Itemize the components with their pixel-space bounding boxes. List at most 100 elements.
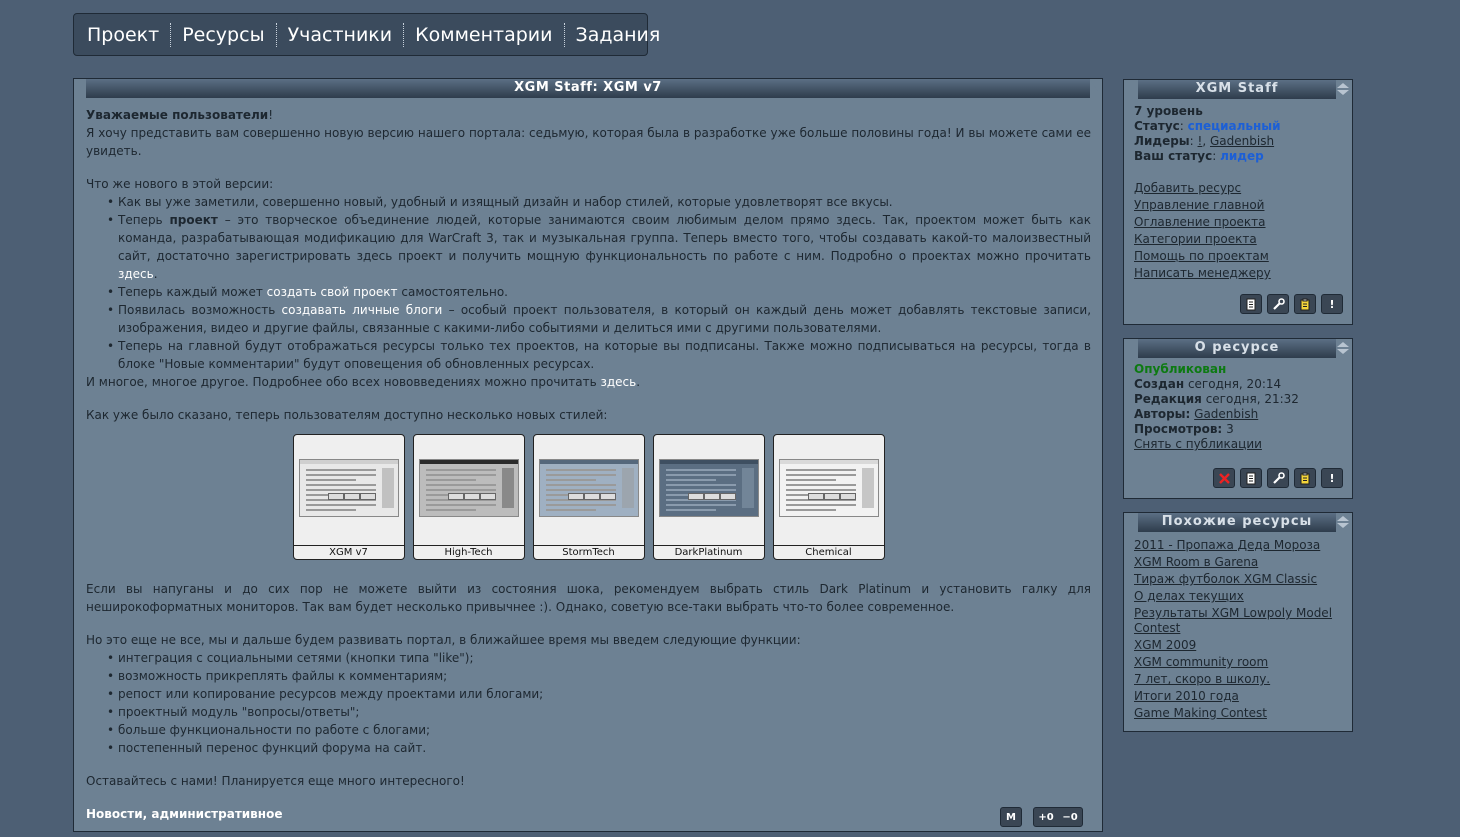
article-body: Уважаемые пользователи! Я хочу представи… — [86, 106, 1091, 790]
collapse-toggle-icon[interactable] — [1336, 342, 1350, 356]
all-features-link[interactable]: здесь — [600, 375, 636, 389]
list-item: Теперь на главной будут отображаться рес… — [105, 337, 1091, 373]
exclamation-icon[interactable]: ! — [1321, 294, 1343, 314]
list-item: проектный модуль "вопросы/ответы"; — [105, 703, 1091, 721]
shock-paragraph: Если вы напуганы и до сих пор не можете … — [86, 582, 1091, 614]
list-item: возможность прикреплять файлы к коммента… — [105, 667, 1091, 685]
style-name: StormTech — [533, 545, 644, 559]
similar-resource-link[interactable]: Game Making Contest — [1134, 706, 1342, 721]
style-thumbnail[interactable]: High-Tech — [412, 434, 525, 560]
clipboard-icon[interactable] — [1294, 468, 1316, 488]
similar-resource-link[interactable]: 7 лет, скоро в школу. — [1134, 672, 1342, 687]
projects-info-link[interactable]: здесь — [118, 267, 154, 281]
authors-label: Авторы: — [1134, 407, 1191, 421]
vote-down-button[interactable]: −0 — [1062, 808, 1077, 826]
style-preview-image — [658, 459, 759, 517]
similar-resource-link[interactable]: XGM 2009 — [1134, 638, 1342, 653]
similar-resource-link[interactable]: Результаты XGM Lowpoly Model Contest — [1134, 606, 1342, 636]
write-manager-link[interactable]: Написать менеджеру — [1134, 265, 1342, 282]
list-item: Теперь каждый может создать свой проект … — [105, 283, 1091, 301]
style-preview-image — [418, 459, 519, 517]
nav-item-resources[interactable]: Ресурсы — [170, 22, 275, 47]
style-thumbnail[interactable]: DarkPlatinum — [652, 434, 765, 560]
your-status-label: Ваш статус — [1134, 149, 1213, 163]
features-list: Как вы уже заметили, совершенно новый, у… — [86, 193, 1091, 373]
author-link[interactable]: Gadenbish — [1194, 407, 1258, 421]
collapse-toggle-icon[interactable] — [1336, 83, 1350, 97]
text: Теперь каждый может — [118, 285, 267, 299]
wrench-icon[interactable] — [1267, 294, 1289, 314]
document-icon[interactable] — [1240, 468, 1262, 488]
collapse-toggle-icon[interactable] — [1336, 516, 1350, 530]
similar-resource-link[interactable]: XGM community room — [1134, 655, 1342, 670]
manage-main-link[interactable]: Управление главной — [1134, 197, 1342, 214]
text: – это творческое объединение людей, кото… — [118, 213, 1091, 263]
resource-panel-title-bar: О ресурсе — [1124, 339, 1350, 358]
staff-panel: XGM Staff 7 уровень Статус: специальный … — [1123, 79, 1353, 325]
leader-link[interactable]: Gadenbish — [1210, 134, 1274, 148]
views-value: 3 — [1226, 422, 1234, 436]
unpublish-link[interactable]: Снять с публикации — [1134, 437, 1342, 452]
style-name: High-Tech — [413, 545, 524, 559]
edited-label: Редакция — [1134, 392, 1202, 406]
status-row: Статус: специальный — [1134, 119, 1342, 134]
article-panel: XGM Staff: XGM v7 Уважаемые пользователи… — [73, 78, 1103, 832]
future-intro: Но это еще не все, мы и дальше будем раз… — [86, 633, 801, 647]
resource-panel-title: О ресурсе — [1194, 340, 1280, 355]
document-icon[interactable] — [1240, 294, 1262, 314]
style-name: Chemical — [773, 545, 884, 559]
nav-item-tasks[interactable]: Задания — [563, 22, 672, 47]
comma: , — [1202, 134, 1207, 148]
project-contents-link[interactable]: Оглавление проекта — [1134, 214, 1342, 231]
projects-help-link[interactable]: Помощь по проектам — [1134, 248, 1342, 265]
text: . — [153, 267, 158, 281]
article-title: XGM Staff: XGM v7 — [514, 80, 662, 95]
style-thumbnail[interactable]: Chemical — [772, 434, 885, 560]
list-item: Появилась возможность создавать личные б… — [105, 301, 1091, 337]
exclamation-icon[interactable]: ! — [1321, 468, 1343, 488]
create-project-link[interactable]: создать свой проект — [267, 285, 398, 299]
intro-paragraph: Я хочу представить вам совершенно новую … — [86, 126, 1091, 158]
style-thumbnail[interactable]: XGM v7 — [292, 434, 405, 560]
similar-resource-link[interactable]: 2011 - Пропажа Деда Мороза — [1134, 538, 1342, 553]
resource-actions: ! — [1213, 468, 1343, 488]
text: Теперь — [118, 213, 170, 227]
style-preview-image — [538, 459, 639, 517]
created-row: Создан сегодня, 20:14 — [1134, 377, 1342, 392]
moderate-button[interactable]: M — [1000, 807, 1022, 827]
add-resource-link[interactable]: Добавить ресурс — [1134, 180, 1342, 197]
nav-item-members[interactable]: Участники — [275, 22, 404, 47]
style-preview-image — [298, 459, 399, 517]
create-blogs-link[interactable]: создавать личные блоги — [282, 303, 443, 317]
similar-resource-link[interactable]: Тираж футболок XGM Classic — [1134, 572, 1342, 587]
list-item: репост или копирование ресурсов между пр… — [105, 685, 1091, 703]
tag-news-link[interactable]: Новости — [86, 807, 143, 821]
styles-intro: Как уже было сказано, теперь пользовател… — [86, 408, 608, 422]
nav-item-comments[interactable]: Комментарии — [403, 22, 563, 47]
project-categories-link[interactable]: Категории проекта — [1134, 231, 1342, 248]
style-preview-image — [778, 459, 879, 517]
list-item: Теперь проект – это творческое объединен… — [105, 211, 1091, 283]
delete-icon[interactable] — [1213, 468, 1235, 488]
similar-resource-link[interactable]: XGM Room в Garena — [1134, 555, 1342, 570]
nav-item-project[interactable]: Проект — [76, 23, 170, 47]
staff-panel-title-bar: XGM Staff — [1124, 80, 1350, 99]
list-item: постепенный перенос функций форума на са… — [105, 739, 1091, 757]
more-paragraph: И многое, многое другое. Подробнее обо в… — [86, 373, 1091, 391]
your-status-value: лидер — [1220, 149, 1264, 163]
style-thumbnail[interactable]: StormTech — [532, 434, 645, 560]
similar-resource-link[interactable]: О делах текущих — [1134, 589, 1342, 604]
similar-resource-link[interactable]: Итоги 2010 года — [1134, 689, 1342, 704]
style-name: XGM v7 — [293, 545, 404, 559]
colon: : — [1212, 149, 1217, 163]
vote-up-button[interactable]: +0 — [1038, 808, 1053, 826]
future-list: интеграция с социальными сетями (кнопки … — [86, 649, 1091, 757]
created-label: Создан — [1134, 377, 1185, 391]
wrench-icon[interactable] — [1267, 468, 1289, 488]
article-title-bar: XGM Staff: XGM v7 — [74, 79, 1102, 98]
tag-admin-link[interactable]: административное — [151, 807, 282, 821]
level-text: 7 уровень — [1134, 104, 1203, 118]
list-item: Как вы уже заметили, совершенно новый, у… — [105, 193, 1091, 211]
clipboard-icon[interactable] — [1294, 294, 1316, 314]
style-thumbnails: XGM v7 High-Tech StormTech DarkPlatinum Chem… — [86, 434, 1091, 560]
